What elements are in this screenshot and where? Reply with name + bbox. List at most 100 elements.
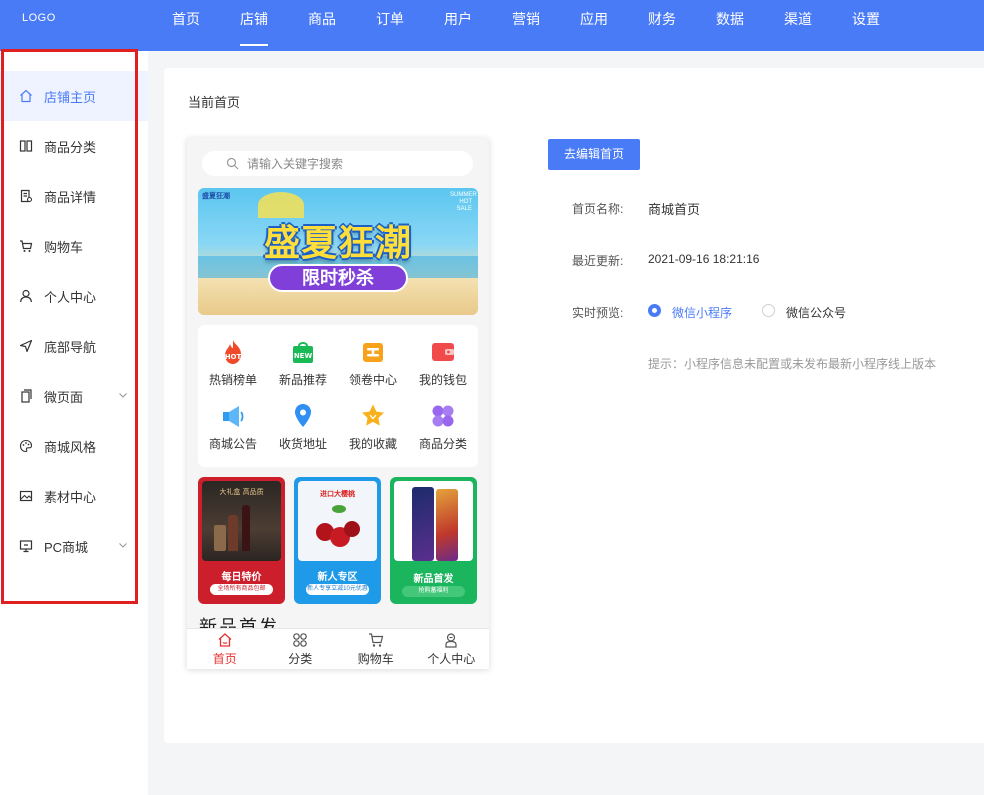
search-input[interactable]: 请输入关键字搜索 [202,151,473,176]
live-preview-label: 实时预览: [572,306,624,320]
promo-image-text: 进口大樱桃 [320,491,355,498]
location-pin-icon [290,403,316,429]
tab-cart[interactable]: 购物车 [338,629,414,669]
grid-item-new[interactable]: NEW 新品推荐 [268,339,338,388]
sidebar-menu: 店铺主页 商品分类 商品详情 购物车 个人中心 底部导航 微页面 商城风格 素材… [0,71,148,571]
grid-item-category[interactable]: 商品分类 [408,403,478,452]
promo-card-daily-deal[interactable]: 大礼盒 高品质 每日特价 全场所有商品包邮 [198,477,285,604]
nav-item-store[interactable]: 店铺 [220,0,288,51]
promo-title: 每日特价 [221,572,262,583]
promo-image-text: 大礼盒 高品质 [219,488,264,496]
grid-item-label: 收货地址 [278,437,327,451]
wallet-icon [430,339,456,365]
nav-item-finance[interactable]: 财务 [628,0,696,51]
radio-mini-program-label[interactable]: 微信小程序 [672,304,732,321]
nav-item-settings[interactable]: 设置 [832,0,900,51]
radio-mini-program[interactable] [648,304,661,317]
nav-item-users[interactable]: 用户 [424,0,492,51]
sidebar-item-materials[interactable]: 素材中心 [0,471,148,521]
sidebar-item-mall-style[interactable]: 商城风格 [0,421,148,471]
promo-title: 新品首发 [413,574,454,585]
sidebar-item-category[interactable]: 商品分类 [0,121,148,171]
grid-item-label: 我的收藏 [348,437,397,451]
grid-item-address[interactable]: 收货地址 [268,403,338,452]
banner-summer-label: SUMMER HOT SALE [450,192,477,212]
grid-item-label: 新品推荐 [278,373,327,387]
sidebar-item-product-detail[interactable]: 商品详情 [0,171,148,221]
homepage-name-label: 首页名称: [572,202,624,216]
top-navbar: LOGO 首页 店铺 商品 订单 用户 营销 应用 财务 数据 渠道 设置 [0,0,984,51]
hot-badge-text: HOT [225,353,242,361]
page-title: 当前首页 [188,95,241,110]
banner-corner-label: 盛夏狂潮 [202,193,230,200]
chevron-down-icon [119,393,127,398]
grid-tab-icon [293,633,308,647]
sidebar-item-personal-center[interactable]: 个人中心 [0,271,148,321]
last-update-label: 最近更新: [572,254,624,268]
category-icon [19,139,33,153]
nav-item-marketing[interactable]: 营销 [492,0,560,51]
sidebar-item-store-home[interactable]: 店铺主页 [0,71,148,121]
four-petal-icon [430,403,456,429]
phone-tabbar: 首页 分类 购物车 个人中心 [187,628,489,669]
promo-banner[interactable]: 盛夏狂潮 SUMMER HOT SALE 盛夏狂潮 限时秒杀 [198,188,478,315]
main-nav: 首页 店铺 商品 订单 用户 营销 应用 财务 数据 渠道 设置 [152,0,900,51]
palette-icon [19,439,33,453]
sidebar-item-cart[interactable]: 购物车 [0,221,148,271]
radio-official-account[interactable] [762,304,775,317]
home-icon [19,89,33,103]
nav-item-channels[interactable]: 渠道 [764,0,832,51]
tab-label: 分类 [288,652,313,666]
sidebar-item-label: 底部导航 [44,339,97,355]
grid-item-wallet[interactable]: 我的钱包 [408,339,478,388]
grid-item-favorites[interactable]: 我的收藏 [338,403,408,452]
tab-category[interactable]: 分类 [263,629,339,669]
banner-subtitle: 限时秒杀 [268,264,408,292]
new-bag-icon: NEW [290,339,316,365]
nav-item-apps[interactable]: 应用 [560,0,628,51]
user-icon [19,289,33,303]
radio-official-account-label[interactable]: 微信公众号 [786,304,846,321]
sidebar-item-pc-mall[interactable]: PC商城 [0,521,148,571]
sidebar-item-bottom-nav[interactable]: 底部导航 [0,321,148,371]
cart-icon [19,239,33,253]
promo-cards: 大礼盒 高品质 每日特价 全场所有商品包邮 进口大樱桃 新人专区 新人专享立减1 [198,477,478,604]
main-panel: 当前首页 请输入关键字搜索 盛夏狂潮 SUMMER HOT SALE 盛夏狂潮 … [164,68,984,743]
nav-item-data[interactable]: 数据 [696,0,764,51]
section-heading-partial: 新品首发 [199,617,279,628]
sidebar-item-label: 微页面 [44,389,84,405]
sidebar-item-micro-page[interactable]: 微页面 [0,371,148,421]
grid-item-label: 商城公告 [208,437,257,451]
banner-title: 盛夏狂潮 [263,223,412,264]
edit-homepage-button[interactable]: 去编辑首页 [548,139,640,170]
preview-tip: 提示：小程序信息未配置或未发布最新小程序线上版本 [648,357,937,371]
grid-item-label: 领卷中心 [348,373,397,387]
nav-item-products[interactable]: 商品 [288,0,356,51]
user-tab-icon [445,633,457,648]
grid-item-label: 热销榜单 [208,373,257,387]
image-icon [19,489,33,503]
star-icon [360,403,386,429]
search-icon [226,157,239,170]
promo-card-new-user[interactable]: 进口大樱桃 新人专区 新人专享立减10元优惠 [294,477,381,604]
tab-profile[interactable]: 个人中心 [414,629,490,669]
new-badge-text: NEW [294,352,313,360]
promo-card-new-arrival[interactable]: 新品首发 抢购蓄福利 [390,477,477,604]
homepage-name-value: 商城首页 [648,202,701,217]
nav-item-orders[interactable]: 订单 [356,0,424,51]
grid-item-label: 我的钱包 [418,373,467,387]
promo-tag: 新人专享立减10元优惠 [306,584,369,595]
sidebar-item-label: 商品分类 [44,139,97,155]
monitor-icon [19,539,33,553]
coupon-icon [360,339,386,365]
cherry-image: 进口大樱桃 [298,481,377,561]
phone-preview: 请输入关键字搜索 盛夏狂潮 SUMMER HOT SALE 盛夏狂潮 限时秒杀 … [187,138,489,669]
grid-item-hot[interactable]: HOT 热销榜单 [198,339,268,388]
sidebar-item-label: 购物车 [44,239,84,255]
shortcut-grid: HOT 热销榜单 NEW 新品推荐 领卷中心 我的钱包 商城公告 收货地址 我的… [198,325,478,467]
nav-item-home[interactable]: 首页 [152,0,220,51]
tab-home[interactable]: 首页 [187,629,263,669]
sidebar-item-label: 个人中心 [44,289,97,305]
grid-item-coupon[interactable]: 领卷中心 [338,339,408,388]
grid-item-announcement[interactable]: 商城公告 [198,403,268,452]
